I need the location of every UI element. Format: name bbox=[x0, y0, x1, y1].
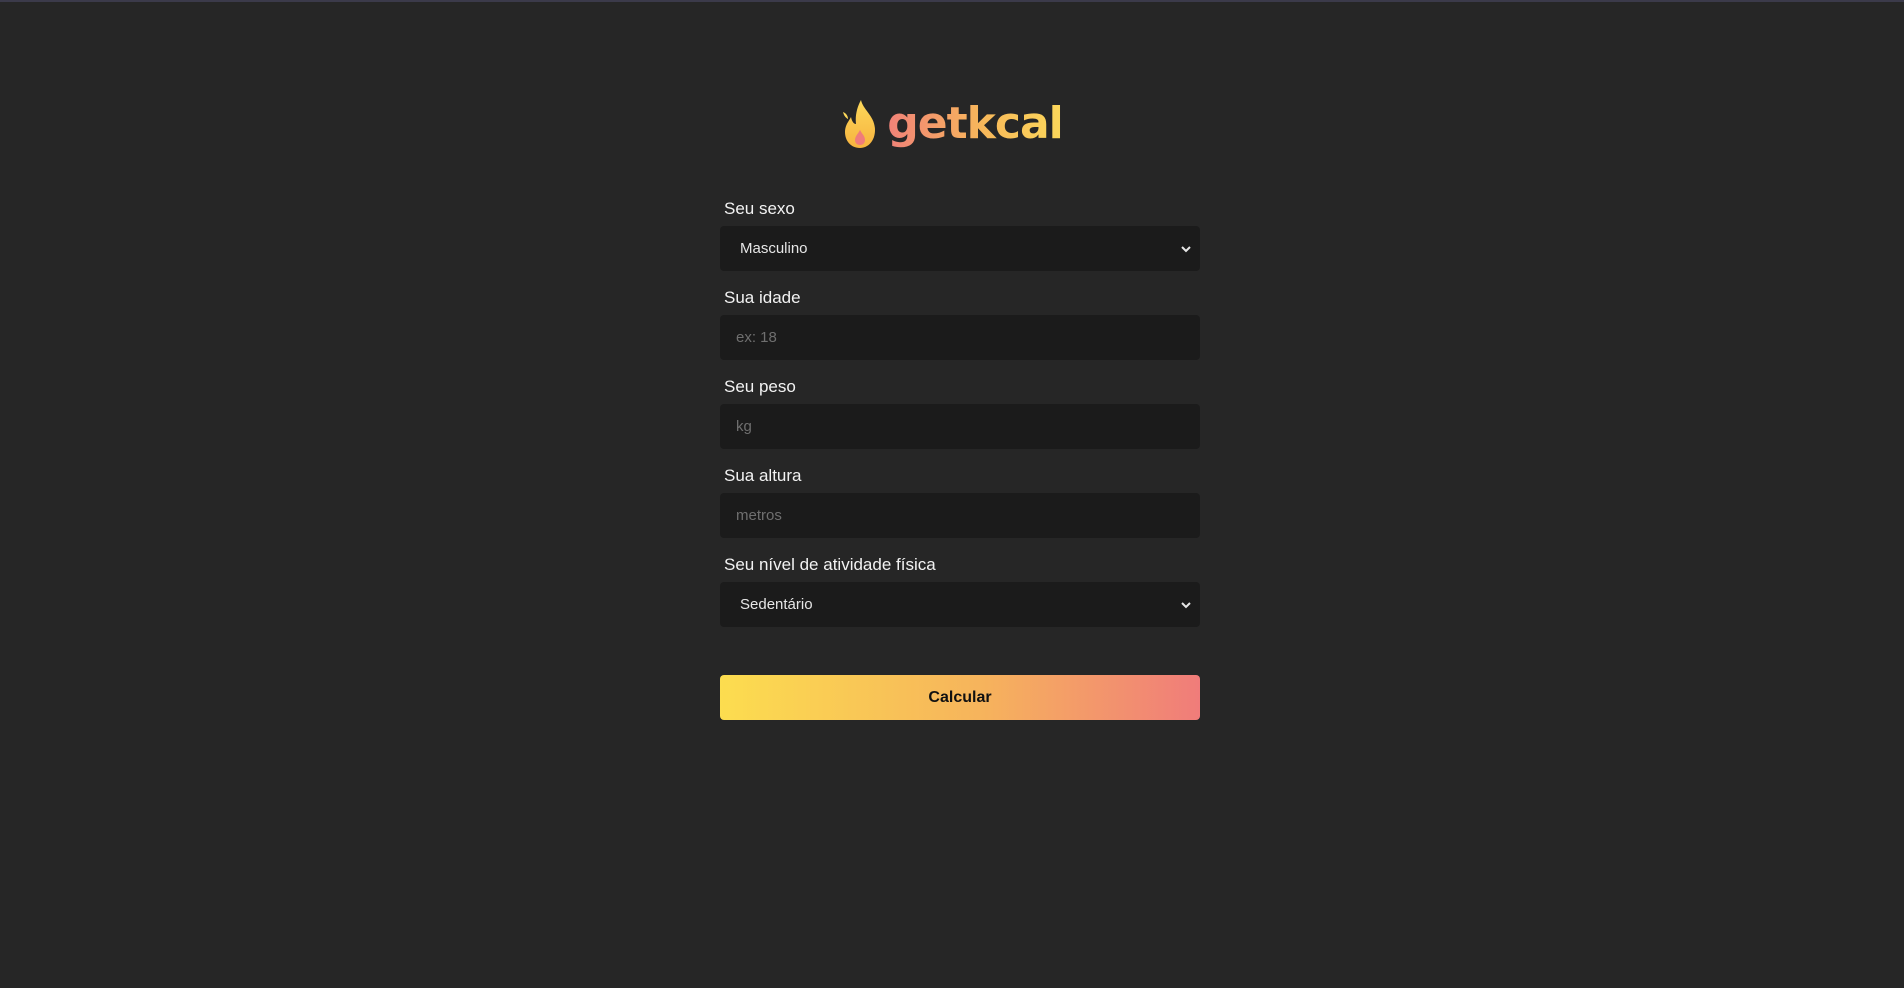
top-border bbox=[0, 0, 1904, 2]
calorie-form: Seu sexo Masculino Sua idade ex: 18 Seu … bbox=[720, 198, 1200, 643]
chevron-down-icon bbox=[1181, 601, 1191, 608]
age-placeholder: ex: 18 bbox=[736, 329, 777, 346]
weight-input[interactable]: kg bbox=[720, 404, 1200, 449]
flame-icon bbox=[841, 98, 881, 150]
sex-select[interactable]: Masculino bbox=[720, 226, 1200, 271]
activity-select[interactable]: Sedentário bbox=[720, 582, 1200, 627]
activity-label: Seu nível de atividade física bbox=[724, 555, 936, 574]
brand-name: getkcal bbox=[887, 94, 1063, 154]
brand-logo: getkcal bbox=[0, 94, 1904, 154]
chevron-down-icon bbox=[1181, 245, 1191, 252]
sex-select-value: Masculino bbox=[740, 240, 808, 257]
age-label: Sua idade bbox=[724, 288, 801, 307]
calculate-button[interactable]: Calcular bbox=[720, 675, 1200, 720]
activity-select-value: Sedentário bbox=[740, 596, 813, 613]
height-input[interactable]: metros bbox=[720, 493, 1200, 538]
age-input[interactable]: ex: 18 bbox=[720, 315, 1200, 360]
sex-label: Seu sexo bbox=[724, 199, 795, 218]
weight-placeholder: kg bbox=[736, 418, 752, 435]
height-placeholder: metros bbox=[736, 507, 782, 524]
height-label: Sua altura bbox=[724, 466, 802, 485]
weight-label: Seu peso bbox=[724, 377, 796, 396]
